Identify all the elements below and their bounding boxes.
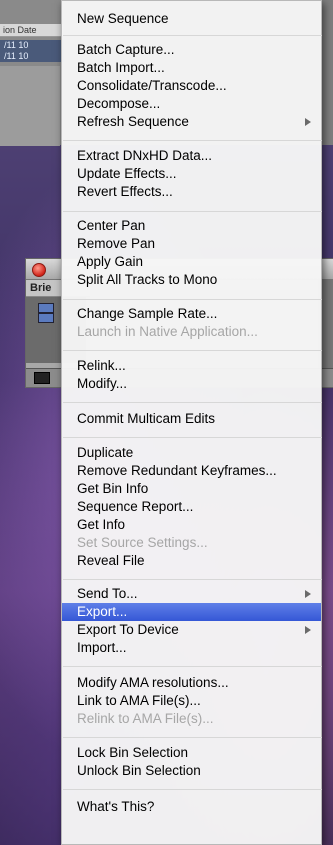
menu-item-consolidate-transcode[interactable]: Consolidate/Transcode... xyxy=(62,77,321,95)
menu-item-relink[interactable]: Relink... xyxy=(62,357,321,375)
menu-separator xyxy=(63,437,322,438)
menu-item-split-tracks-mono[interactable]: Split All Tracks to Mono xyxy=(62,271,321,289)
menu-separator xyxy=(63,211,322,212)
menu-item-center-pan[interactable]: Center Pan xyxy=(62,217,321,235)
menu-item-change-sample-rate[interactable]: Change Sample Rate... xyxy=(62,305,321,323)
menu-item-remove-pan[interactable]: Remove Pan xyxy=(62,235,321,253)
column-header-creation-date[interactable]: ion Date xyxy=(0,24,63,37)
menu-item-export[interactable]: Export... xyxy=(62,603,321,621)
submenu-arrow-icon xyxy=(305,590,311,598)
menu-item-whats-this[interactable]: What's This? xyxy=(62,798,321,816)
menu-separator xyxy=(63,350,322,351)
menu-item-set-source-settings: Set Source Settings... xyxy=(77,535,208,550)
menu-item-reveal-file[interactable]: Reveal File xyxy=(62,552,321,570)
bin-row-date[interactable]: /11 10 xyxy=(0,40,64,51)
close-icon[interactable] xyxy=(32,263,46,277)
menu-item-modify[interactable]: Modify... xyxy=(62,375,321,393)
menu-item-relink-ama-files: Relink to AMA File(s)... xyxy=(77,711,214,726)
menu-item-link-ama-files[interactable]: Link to AMA File(s)... xyxy=(62,692,321,710)
menu-item-get-bin-info[interactable]: Get Bin Info xyxy=(62,480,321,498)
menu-separator xyxy=(63,737,322,738)
menu-item-refresh-sequence[interactable]: Refresh Sequence xyxy=(62,113,321,131)
bin-empty-area xyxy=(0,66,60,146)
menu-item-get-info[interactable]: Get Info xyxy=(62,516,321,534)
menu-item-decompose[interactable]: Decompose... xyxy=(62,95,321,113)
menu-item-lock-bin-selection[interactable]: Lock Bin Selection xyxy=(62,744,321,762)
sequence-clip-icon[interactable] xyxy=(38,303,54,313)
menu-item-new-sequence[interactable]: New Sequence xyxy=(62,10,321,28)
menu-item-import[interactable]: Import... xyxy=(62,639,321,657)
context-menu: New Sequence Batch Capture... Batch Impo… xyxy=(61,0,322,845)
bin-menu-icon[interactable] xyxy=(34,372,50,384)
menu-item-launch-native-app: Launch in Native Application... xyxy=(77,324,258,339)
menu-item-send-to[interactable]: Send To... xyxy=(62,585,321,603)
menu-item-label: Send To... xyxy=(77,586,138,601)
menu-separator xyxy=(63,35,322,36)
menu-separator xyxy=(63,402,322,403)
menu-item-commit-multicam[interactable]: Commit Multicam Edits xyxy=(62,410,321,428)
menu-item-batch-import[interactable]: Batch Import... xyxy=(62,59,321,77)
menu-item-update-effects[interactable]: Update Effects... xyxy=(62,165,321,183)
submenu-arrow-icon xyxy=(305,626,311,634)
menu-item-extract-dnxhd[interactable]: Extract DNxHD Data... xyxy=(62,147,321,165)
menu-item-duplicate[interactable]: Duplicate xyxy=(62,444,321,462)
bin-row-date[interactable]: /11 10 xyxy=(0,51,64,62)
menu-separator xyxy=(63,299,322,300)
menu-item-label: Refresh Sequence xyxy=(77,114,189,129)
sequence-clip-icon[interactable] xyxy=(38,313,54,323)
menu-item-unlock-bin-selection[interactable]: Unlock Bin Selection xyxy=(62,762,321,780)
submenu-arrow-icon xyxy=(305,118,311,126)
menu-item-apply-gain[interactable]: Apply Gain xyxy=(62,253,321,271)
menu-separator xyxy=(63,666,322,667)
menu-item-sequence-report[interactable]: Sequence Report... xyxy=(62,498,321,516)
menu-separator xyxy=(63,789,322,790)
menu-item-label: Export To Device xyxy=(77,622,179,637)
menu-item-remove-redundant-keyframes[interactable]: Remove Redundant Keyframes... xyxy=(62,462,321,480)
menu-separator xyxy=(63,579,322,580)
menu-separator xyxy=(63,140,322,141)
menu-item-revert-effects[interactable]: Revert Effects... xyxy=(62,183,321,201)
menu-item-export-to-device[interactable]: Export To Device xyxy=(62,621,321,639)
menu-item-modify-ama-resolutions[interactable]: Modify AMA resolutions... xyxy=(62,674,321,692)
menu-item-batch-capture[interactable]: Batch Capture... xyxy=(62,41,321,59)
